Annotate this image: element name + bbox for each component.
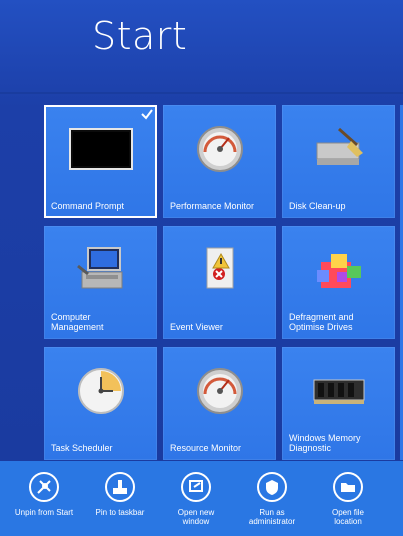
tile-label: Resource Monitor (170, 443, 242, 453)
open-window-icon (181, 472, 211, 502)
tile-label: Command Prompt (51, 201, 125, 211)
computer-management-icon (44, 244, 157, 296)
check-icon (141, 109, 153, 120)
tile-command-prompt[interactable]: Command Prompt (44, 105, 157, 218)
gauge-icon (163, 365, 276, 417)
tile-defragment[interactable]: Defragment and Optimise Drives (282, 226, 395, 339)
shield-icon (257, 472, 287, 502)
run-as-administrator-button[interactable]: Run as administrator (234, 472, 310, 532)
tile-label: Computer Management (51, 312, 104, 332)
unpin-from-start-label: Unpin from Start (14, 508, 74, 517)
pin-to-taskbar-label: Pin to taskbar (95, 508, 145, 517)
folder-icon (333, 472, 363, 502)
open-file-location-label: Open file location (331, 508, 365, 526)
app-bar: Unpin from Start Pin to taskbar Open new… (0, 461, 403, 536)
defrag-icon (282, 244, 395, 296)
gauge-icon (163, 123, 276, 175)
tile-grid: Command Prompt Performance Monitor Disk … (44, 105, 403, 460)
tile-label: Performance Monitor (170, 201, 255, 211)
tile-label: Windows Memory Diagnostic (289, 433, 361, 453)
open-new-window-label: Open new window (177, 508, 215, 526)
event-viewer-icon (163, 244, 276, 296)
tile-event-viewer[interactable]: Event Viewer (163, 226, 276, 339)
header-divider (0, 92, 403, 94)
pin-to-taskbar-button[interactable]: Pin to taskbar (82, 472, 158, 532)
clock-icon (44, 365, 157, 417)
memory-chip-icon (282, 365, 395, 417)
cmd-icon (44, 123, 157, 175)
unpin-from-start-button[interactable]: Unpin from Start (6, 472, 82, 532)
tile-task-scheduler[interactable]: Task Scheduler (44, 347, 157, 460)
open-file-location-button[interactable]: Open file location (310, 472, 386, 532)
tile-resource-monitor[interactable]: Resource Monitor (163, 347, 276, 460)
tile-disk-cleanup[interactable]: Disk Clean-up (282, 105, 395, 218)
tile-computer-management[interactable]: Computer Management (44, 226, 157, 339)
unpin-icon (29, 472, 59, 502)
header: Start (0, 0, 403, 92)
open-new-window-button[interactable]: Open new window (158, 472, 234, 532)
disk-cleanup-icon (282, 123, 395, 175)
tile-label: Event Viewer (170, 322, 223, 332)
run-as-administrator-label: Run as administrator (248, 508, 296, 526)
pin-taskbar-icon (105, 472, 135, 502)
tile-label: Defragment and Optimise Drives (289, 312, 354, 332)
tile-label: Task Scheduler (51, 443, 113, 453)
page-title: Start (92, 14, 188, 58)
tile-performance-monitor[interactable]: Performance Monitor (163, 105, 276, 218)
tile-label: Disk Clean-up (289, 201, 346, 211)
tile-windows-memory-diagnostic[interactable]: Windows Memory Diagnostic (282, 347, 395, 460)
